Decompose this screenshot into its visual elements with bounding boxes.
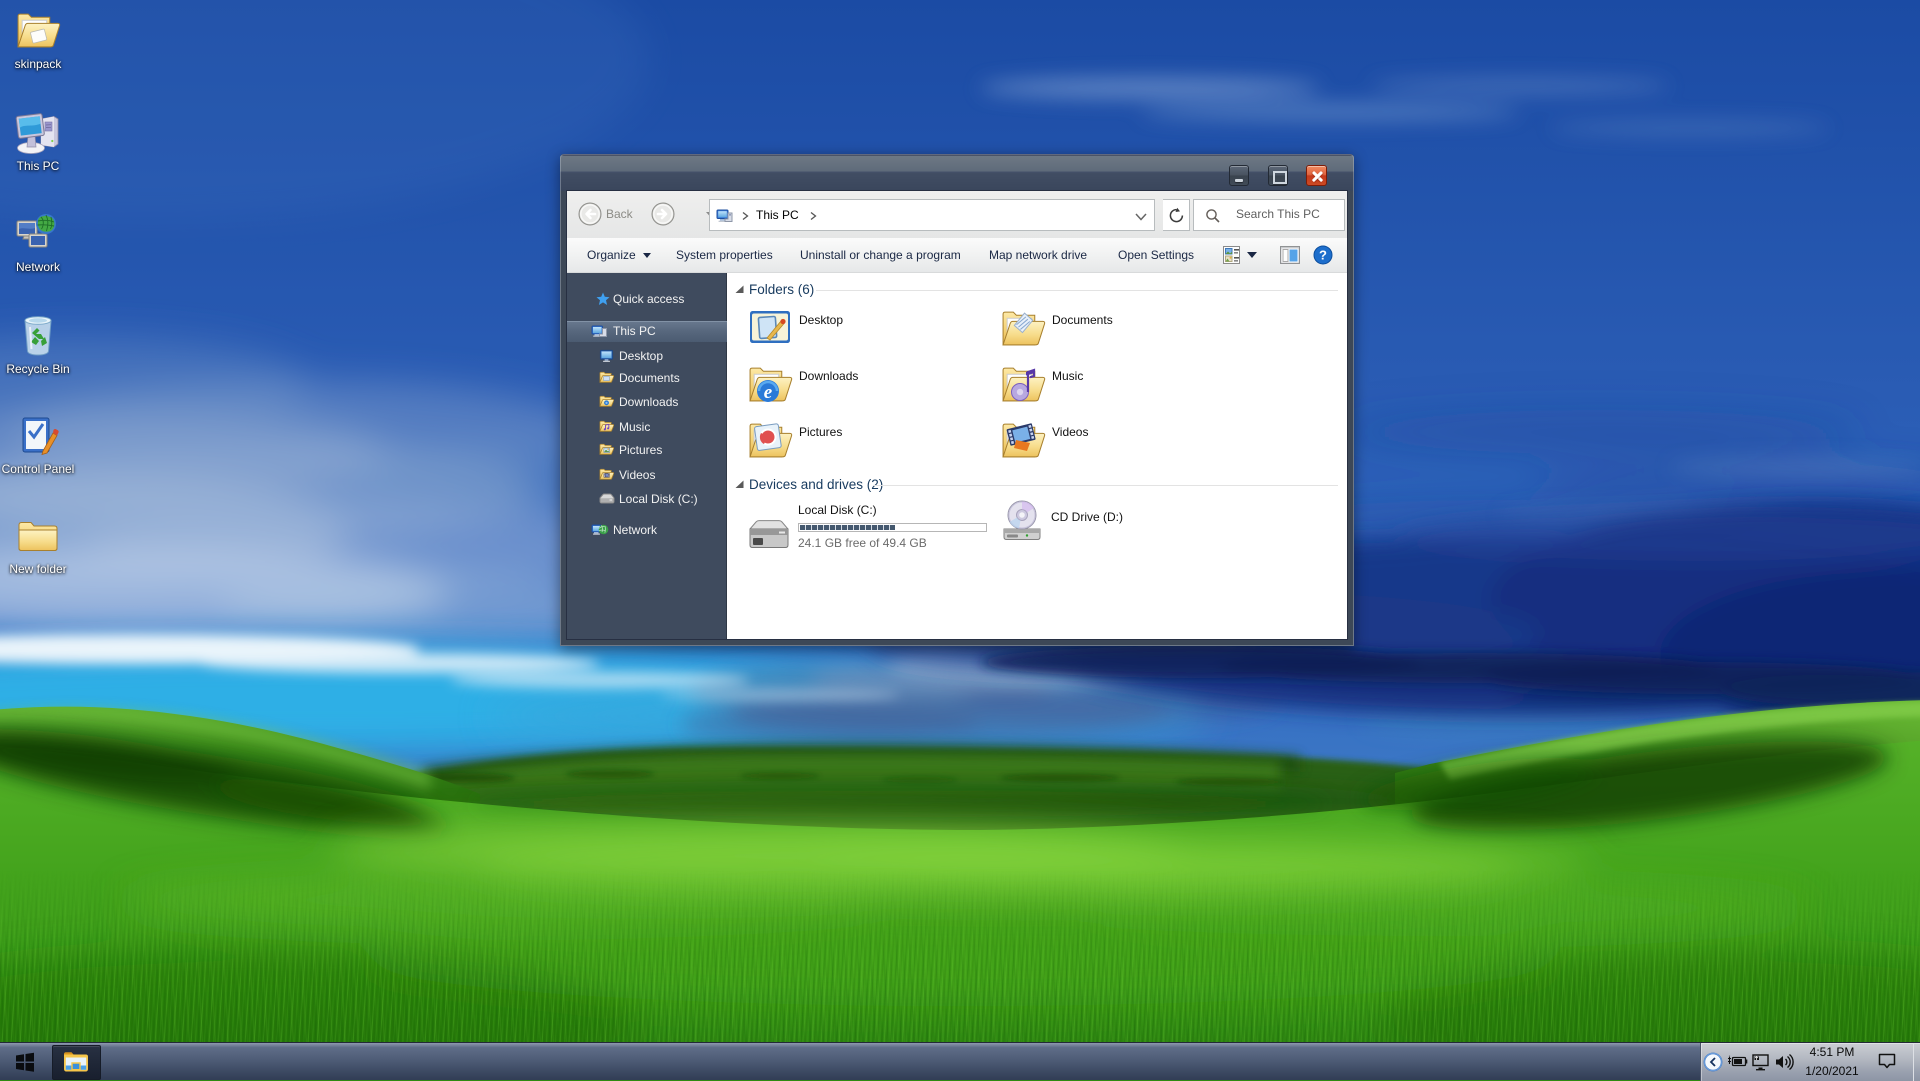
svg-text:e: e: [764, 382, 773, 403]
svg-text:Back: Back: [606, 207, 634, 221]
svg-text:?: ?: [1319, 248, 1327, 263]
